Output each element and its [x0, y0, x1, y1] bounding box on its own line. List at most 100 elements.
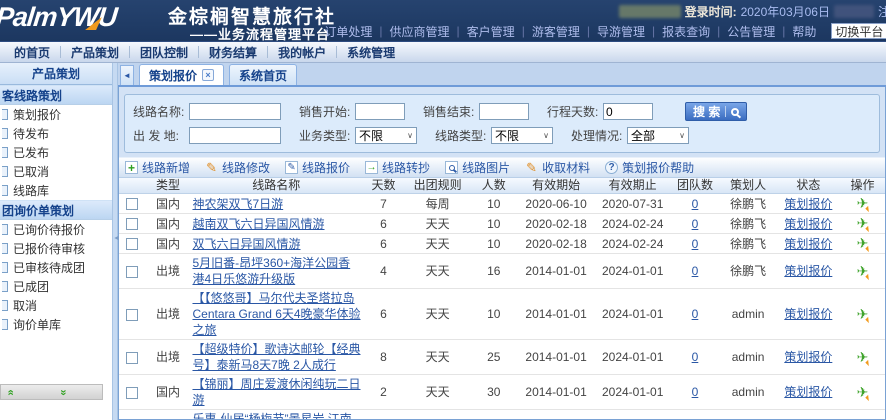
sidebar-item[interactable]: 已取消	[0, 162, 112, 181]
row-checkbox[interactable]	[126, 198, 138, 210]
teams-count-link[interactable]: 0	[692, 197, 699, 211]
scroll-up-icon[interactable]: «	[5, 389, 16, 395]
toolbar-button[interactable]: 线路图片	[445, 159, 510, 176]
tab-scroll-left-button[interactable]: ◄	[120, 65, 134, 85]
teams-count-link[interactable]: 0	[692, 385, 699, 399]
toolbar-button[interactable]: 线路转抄	[365, 159, 430, 176]
plane-icon[interactable]	[857, 215, 869, 232]
table-row: 出境【【悠悠哥】马尔代夫圣塔拉岛 Centara Grand 6天4晚豪华体验之…	[119, 289, 885, 340]
sidebar-item[interactable]: 待发布	[0, 124, 112, 143]
teams-count-link[interactable]: 0	[692, 217, 699, 231]
plane-icon[interactable]	[857, 384, 869, 401]
sidebar-section-title[interactable]: 团询价单策划	[0, 200, 112, 220]
top-menu-item[interactable]: 公告管理	[720, 23, 782, 40]
top-menu-item[interactable]: 游客管理	[525, 23, 587, 40]
search-button[interactable]: 搜 索	[685, 102, 747, 121]
sidebar-panel-title[interactable]: 产品策划	[0, 63, 112, 85]
route-name-link[interactable]: 【锦丽】周庄爱渡休闲纯玩二日游	[192, 377, 360, 407]
toolbar-button[interactable]: 策划报价帮助	[605, 159, 694, 176]
status-link[interactable]: 策划报价	[784, 385, 832, 399]
filter-select[interactable]: 全部∨	[627, 127, 689, 144]
status-link[interactable]: 策划报价	[784, 217, 832, 231]
route-name-link[interactable]: 【【悠悠哥】马尔代夫圣塔拉岛 Centara Grand 6天4晚豪华体验之旅	[192, 291, 360, 337]
logout-link[interactable]: 注销	[878, 3, 886, 20]
sidebar-item[interactable]: 已审核待成团	[0, 258, 112, 277]
row-checkbox[interactable]	[126, 238, 138, 250]
status-link[interactable]: 策划报价	[784, 307, 832, 321]
main-menu-item[interactable]: 产品策划	[61, 44, 129, 61]
valid-from-cell: 2020-02-18	[517, 214, 595, 234]
collapse-sidebar-icon[interactable]: ◄	[113, 235, 118, 243]
teams-count-link[interactable]: 0	[692, 237, 699, 251]
valid-from-cell: 2020-06-10	[517, 194, 595, 214]
filter-input[interactable]	[479, 103, 529, 120]
top-menu-item[interactable]: 供应商管理	[383, 23, 457, 40]
sidebar-splitter[interactable]: ◄	[112, 63, 118, 420]
top-menu-item[interactable]: 报表查询	[655, 23, 717, 40]
row-checkbox[interactable]	[126, 266, 138, 278]
route-name-link[interactable]: 5月旧番-昂坪360+海洋公园香港4日乐悠游升级版	[192, 256, 350, 286]
plane-icon[interactable]	[857, 195, 869, 212]
sidebar-item[interactable]: 线路库	[0, 181, 112, 200]
close-icon[interactable]: ×	[202, 69, 214, 81]
main-menu-item[interactable]: 系统管理	[337, 44, 405, 61]
row-checkbox[interactable]	[126, 218, 138, 230]
filter-input[interactable]	[355, 103, 405, 120]
sidebar-item[interactable]: 策划报价	[0, 105, 112, 124]
tab-system-home[interactable]: 系统首页	[229, 64, 297, 85]
status-link[interactable]: 策划报价	[784, 350, 832, 364]
plane-icon[interactable]	[857, 306, 869, 323]
filter-input[interactable]	[189, 103, 281, 120]
sidebar-item[interactable]: 取消	[0, 296, 112, 315]
route-name-link[interactable]: 双飞六日异国风情游	[192, 237, 300, 251]
plane-icon[interactable]	[857, 349, 869, 366]
route-name-link[interactable]: 【超级特价】歌诗达邮轮【经典号】泰新马8天7晚 2人成行	[192, 342, 360, 372]
plane-icon[interactable]	[857, 263, 869, 280]
toolbar-button[interactable]: 线路报价	[285, 159, 350, 176]
teams-count-link[interactable]: 0	[692, 307, 699, 321]
platform-switch-select[interactable]: 切换平台 ∨	[831, 23, 886, 39]
main-menu-item[interactable]: 财务结算	[199, 44, 267, 61]
status-link[interactable]: 策划报价	[784, 197, 832, 211]
row-checkbox[interactable]	[126, 387, 138, 399]
plane-icon[interactable]	[857, 235, 869, 252]
type-cell: 国内	[146, 234, 191, 254]
toolbar-button[interactable]: 线路修改	[205, 159, 270, 176]
planner-cell: 徐鹏飞	[719, 194, 776, 214]
planner-cell: 徐鹏飞	[719, 234, 776, 254]
row-checkbox[interactable]	[126, 309, 138, 321]
sidebar-section-title[interactable]: 客线路策划	[0, 85, 112, 105]
sidebar-item[interactable]: 已发布	[0, 143, 112, 162]
sidebar-item-icon	[2, 281, 8, 292]
row-checkbox[interactable]	[126, 352, 138, 364]
sidebar-item[interactable]: 已成团	[0, 277, 112, 296]
filter-input[interactable]	[603, 103, 653, 120]
top-menu-item[interactable]: 帮助	[785, 23, 823, 40]
toolbar-button[interactable]: 收取材料	[525, 159, 590, 176]
valid-from-cell: 2014-01-01	[517, 340, 595, 375]
main-menu-item[interactable]: 团队控制	[130, 44, 198, 61]
sidebar-item[interactable]: 询价单库	[0, 315, 112, 334]
sidebar-item[interactable]: 已询价待报价	[0, 220, 112, 239]
status-link[interactable]: 策划报价	[784, 264, 832, 278]
top-menu-item[interactable]: 订单处理	[317, 23, 379, 40]
plane-icon[interactable]	[857, 419, 869, 420]
top-menu-item[interactable]: 客户管理	[460, 23, 522, 40]
sidebar-item-label: 策划报价	[13, 106, 61, 123]
top-menu-item[interactable]: 导游管理	[590, 23, 652, 40]
main-menu-item[interactable]: 我的帐户	[268, 44, 336, 61]
sidebar-item[interactable]: 已报价待审核	[0, 239, 112, 258]
route-name-link[interactable]: 越南双飞六日异国风情游	[192, 217, 324, 231]
filter-select[interactable]: 不限∨	[355, 127, 417, 144]
teams-count-link[interactable]: 0	[692, 264, 699, 278]
route-name-link[interactable]: 乐惠·仙居“杨梅节”景星岩 江南长城 品质二日游	[192, 412, 351, 419]
main-menu-item[interactable]: 的首页	[4, 44, 60, 61]
route-name-link[interactable]: 神农架双飞7日游	[192, 197, 283, 211]
toolbar-button[interactable]: 线路新增	[125, 159, 190, 176]
status-link[interactable]: 策划报价	[784, 237, 832, 251]
filter-select[interactable]: 不限∨	[491, 127, 553, 144]
scroll-down-icon[interactable]: «	[59, 389, 70, 395]
filter-input[interactable]	[189, 127, 281, 144]
teams-count-link[interactable]: 0	[692, 350, 699, 364]
tab-planning-quote[interactable]: 策划报价 ×	[139, 64, 224, 85]
